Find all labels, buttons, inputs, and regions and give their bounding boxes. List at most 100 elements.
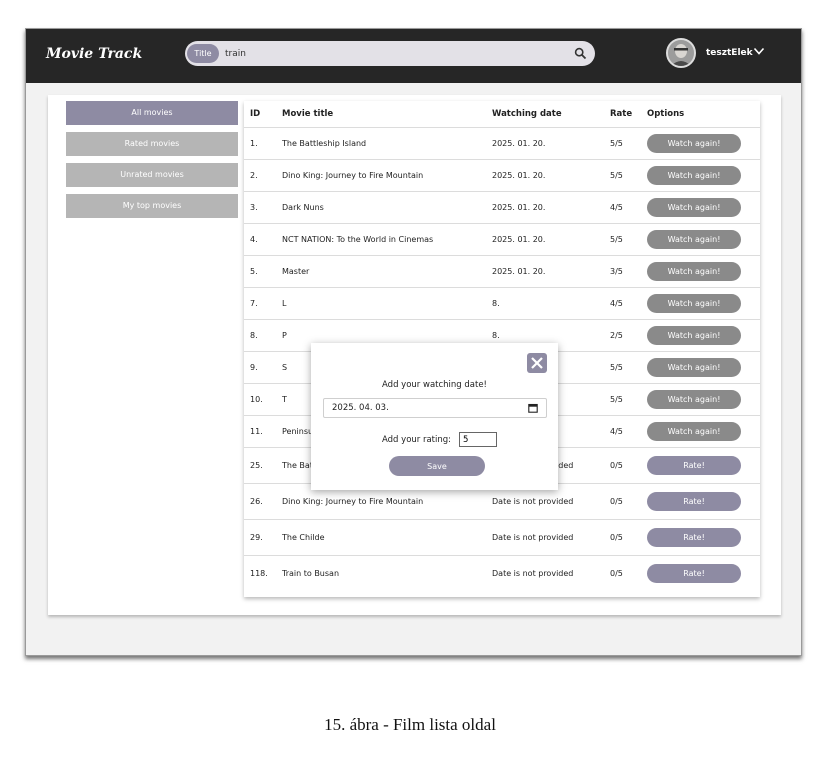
row-title: Dino King: Journey to Fire Mountain	[276, 159, 486, 192]
rate-button[interactable]: Rate!	[647, 492, 741, 511]
watching-date-value: 2025. 04. 03.	[332, 403, 389, 413]
row-id: 7.	[244, 287, 276, 320]
row-options: Watch again!	[641, 191, 760, 224]
close-icon[interactable]	[527, 353, 547, 373]
column-header-date: Watching date	[492, 109, 562, 119]
username[interactable]: tesztElek	[706, 48, 753, 58]
row-date: Date is not provided	[486, 555, 604, 591]
search-input[interactable]	[225, 45, 555, 62]
row-id: 29.	[244, 519, 276, 556]
rate-button[interactable]: Rate!	[647, 564, 741, 583]
watch-again-button[interactable]: Watch again!	[647, 390, 741, 409]
row-rate: 4/5	[604, 191, 641, 224]
row-title: Train to Busan	[276, 555, 486, 591]
table-row: 2. Dino King: Journey to Fire Mountain 202…	[244, 159, 760, 192]
row-title: The Battleship Island	[276, 127, 486, 160]
column-header-options: Options	[647, 109, 685, 119]
row-options: Watch again!	[641, 287, 760, 320]
watch-again-button[interactable]: Watch again!	[647, 134, 741, 153]
search-filter-chip[interactable]: Title	[187, 44, 219, 63]
watch-again-button[interactable]: Watch again!	[647, 422, 741, 441]
watch-again-button[interactable]: Watch again!	[647, 326, 741, 345]
row-date: 8.	[486, 287, 604, 320]
row-id: 9.	[244, 351, 276, 384]
table-row: 4. NCT NATION: To the World in Cinemas 202…	[244, 223, 760, 256]
rating-input[interactable]	[459, 432, 497, 447]
watch-again-button[interactable]: Watch again!	[647, 166, 741, 185]
row-id: 5.	[244, 255, 276, 288]
row-options: Watch again!	[641, 319, 760, 352]
row-options: Watch again!	[641, 127, 760, 160]
row-id: 11.	[244, 415, 276, 448]
row-rate: 5/5	[604, 159, 641, 192]
row-options: Rate!	[641, 483, 760, 520]
sidebar-item-my-top-movies[interactable]: My top movies	[66, 194, 238, 218]
figure-caption: 15. ábra - Film lista oldal	[324, 715, 496, 734]
table-header-row: ID Movie title Watching date Rate Option…	[244, 101, 760, 128]
row-title: L	[276, 287, 486, 320]
app-logo[interactable]: Movie Track	[46, 46, 142, 62]
calendar-icon[interactable]	[528, 403, 538, 413]
rate-button[interactable]: Rate!	[647, 456, 741, 475]
table-row: 29. The Childe Date is not provided 0/5 Rate…	[244, 519, 760, 556]
sidebar-item-all-movies[interactable]: All movies	[66, 101, 238, 125]
row-rate: 0/5	[604, 519, 641, 556]
row-rate: 0/5	[604, 447, 641, 484]
rate-button[interactable]: Rate!	[647, 528, 741, 547]
row-id: 25.	[244, 447, 276, 484]
top-navbar: Movie Track Title tesztElek	[26, 29, 801, 83]
chevron-down-icon[interactable]	[753, 46, 765, 56]
table-row: 118. Train to Busan Date is not provided 0/…	[244, 555, 760, 591]
sidebar-item-unrated-movies[interactable]: Unrated movies	[66, 163, 238, 187]
search-icon[interactable]	[574, 47, 587, 60]
row-options: Watch again!	[641, 159, 760, 192]
column-header-id: ID	[250, 109, 261, 119]
row-rate: 3/5	[604, 255, 641, 288]
row-id: 1.	[244, 127, 276, 160]
rating-label: Add your rating:	[382, 435, 452, 445]
row-rate: 4/5	[604, 287, 641, 320]
row-id: 26.	[244, 483, 276, 520]
row-options: Watch again!	[641, 223, 760, 256]
row-rate: 0/5	[604, 483, 641, 520]
row-rate: 0/5	[604, 555, 641, 591]
row-options: Rate!	[641, 519, 760, 556]
watch-again-button[interactable]: Watch again!	[647, 262, 741, 281]
row-id: 4.	[244, 223, 276, 256]
avatar[interactable]	[666, 38, 696, 68]
row-id: 118.	[244, 555, 276, 591]
row-title: Master	[276, 255, 486, 288]
row-date: 2025. 01. 20.	[486, 127, 604, 160]
table-row: 7. L 8. 4/5 Watch again!	[244, 287, 760, 320]
row-rate: 5/5	[604, 127, 641, 160]
row-options: Rate!	[641, 447, 760, 484]
table-row: 5. Master 2025. 01. 20. 3/5 Watch again!	[244, 255, 760, 288]
save-button[interactable]: Save	[389, 456, 485, 476]
row-date: Date is not provided	[486, 519, 604, 556]
app-window: Movie Track Title tesztElek All movies R	[25, 28, 802, 656]
watch-again-button[interactable]: Watch again!	[647, 198, 741, 217]
watching-date-label: Add your watching date!	[382, 380, 487, 390]
watch-again-button[interactable]: Watch again!	[647, 230, 741, 249]
row-id: 8.	[244, 319, 276, 352]
main-content: All movies Rated movies Unrated movies M…	[48, 95, 781, 615]
search-bar: Title	[185, 41, 595, 66]
watching-date-input[interactable]: 2025. 04. 03.	[323, 398, 547, 418]
row-options: Watch again!	[641, 415, 760, 448]
rating-modal: Add your watching date! 2025. 04. 03. Ad…	[311, 343, 558, 490]
row-id: 3.	[244, 191, 276, 224]
row-rate: 4/5	[604, 415, 641, 448]
watch-again-button[interactable]: Watch again!	[647, 358, 741, 377]
watch-again-button[interactable]: Watch again!	[647, 294, 741, 313]
sidebar: All movies Rated movies Unrated movies M…	[66, 101, 238, 225]
row-options: Watch again!	[641, 255, 760, 288]
row-options: Rate!	[641, 555, 760, 591]
row-rate: 5/5	[604, 223, 641, 256]
row-options: Watch again!	[641, 351, 760, 384]
row-title: NCT NATION: To the World in Cinemas	[276, 223, 486, 256]
row-rate: 5/5	[604, 351, 641, 384]
row-title: The Childe	[276, 519, 486, 556]
row-options: Watch again!	[641, 383, 760, 416]
sidebar-item-rated-movies[interactable]: Rated movies	[66, 132, 238, 156]
row-date: 2025. 01. 20.	[486, 191, 604, 224]
